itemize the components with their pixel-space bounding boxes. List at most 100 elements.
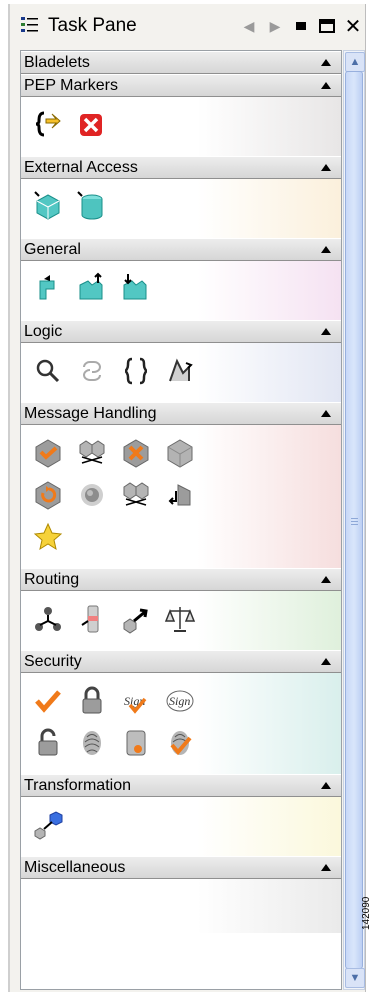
section-list: PEP Markers External Access General Logic Me… (21, 74, 341, 933)
collapse-caret-icon[interactable] (321, 246, 331, 253)
icon-row (21, 104, 341, 146)
close-icon[interactable]: ✕ (340, 14, 366, 38)
section-header-external[interactable]: External Access (21, 156, 341, 179)
section-body-logic (21, 343, 341, 402)
icon-row (21, 804, 341, 846)
database-access-icon[interactable] (70, 186, 114, 228)
section-header-transformation[interactable]: Transformation (21, 774, 341, 797)
section-body-transformation (21, 797, 341, 856)
icon-row (21, 186, 341, 228)
route-copy-icon[interactable] (114, 474, 158, 516)
bladelets-label: Bladelets (24, 53, 90, 71)
section-label: PEP Markers (24, 76, 118, 94)
collapse-caret-icon[interactable] (321, 658, 331, 665)
collapse-caret-icon[interactable] (321, 82, 331, 89)
general-transform-icon[interactable] (26, 268, 70, 310)
back-arrow-icon[interactable]: ◀ (236, 14, 262, 38)
section-header-misc[interactable]: Miscellaneous (21, 856, 341, 879)
vertical-scrollbar[interactable]: ▲ ▼ (343, 50, 365, 990)
icon-row (21, 516, 341, 558)
section-header-routing[interactable]: Routing (21, 568, 341, 591)
collapse-caret-icon[interactable] (321, 576, 331, 583)
lock-icon[interactable] (70, 680, 114, 722)
retry-message-icon[interactable] (26, 474, 70, 516)
maximize-icon[interactable] (314, 14, 340, 38)
collapse-caret-icon[interactable] (321, 410, 331, 417)
cube-icon[interactable] (158, 432, 202, 474)
route-filter-icon[interactable] (70, 598, 114, 640)
bladelets-header[interactable]: Bladelets (21, 51, 341, 74)
collapse-caret-icon[interactable] (321, 59, 331, 66)
bladelet-panel: Bladelets PEP Markers External Access Gene… (20, 50, 342, 990)
sign-icon[interactable]: Sign (158, 680, 202, 722)
section-label: Logic (24, 322, 63, 340)
section-body-misc (21, 879, 341, 933)
figure-id: 142090 (361, 896, 372, 930)
scroll-down-icon[interactable]: ▼ (345, 968, 365, 988)
section-body-external (21, 179, 341, 238)
task-list-icon (21, 17, 38, 32)
section-header-pep[interactable]: PEP Markers (21, 74, 341, 97)
fingerprint-icon[interactable] (70, 722, 114, 764)
pep-start-marker-icon[interactable] (26, 104, 70, 146)
return-message-icon[interactable] (158, 474, 202, 516)
section-body-pep (21, 97, 341, 156)
load-balance-icon[interactable] (158, 598, 202, 640)
collapse-caret-icon[interactable] (321, 328, 331, 335)
section-body-general (21, 261, 341, 320)
forward-arrow-icon[interactable]: ▶ (262, 14, 288, 38)
icon-row (21, 598, 341, 640)
verify-check-icon[interactable] (26, 680, 70, 722)
unlock-icon[interactable] (26, 722, 70, 764)
network-access-icon[interactable] (26, 186, 70, 228)
collapse-caret-icon[interactable] (321, 864, 331, 871)
section-body-routing (21, 591, 341, 650)
section-label: Security (24, 652, 82, 670)
general-output-icon[interactable] (70, 268, 114, 310)
section-header-message[interactable]: Message Handling (21, 402, 341, 425)
braces-icon[interactable] (114, 350, 158, 392)
general-input-icon[interactable] (114, 268, 158, 310)
scrollbar-thumb[interactable] (345, 71, 363, 969)
collapse-caret-icon[interactable] (321, 164, 331, 171)
minimize-icon[interactable] (288, 14, 314, 38)
route-split-icon[interactable] (26, 598, 70, 640)
svg-text:Sign: Sign (169, 694, 190, 708)
icon-row (21, 268, 341, 310)
section-body-security: Sign Sign (21, 673, 341, 774)
reject-message-icon[interactable] (114, 432, 158, 474)
section-header-general[interactable]: General (21, 238, 341, 261)
section-label: General (24, 240, 81, 258)
icon-row: Sign Sign (21, 680, 341, 722)
transform-icon[interactable] (26, 804, 70, 846)
loop-icon[interactable] (70, 350, 114, 392)
icon-row (21, 432, 341, 474)
sphere-icon[interactable] (70, 474, 114, 516)
section-label: Miscellaneous (24, 858, 126, 876)
pep-end-marker-icon[interactable] (70, 104, 114, 146)
validate-message-icon[interactable] (26, 432, 70, 474)
section-label: Message Handling (24, 404, 157, 422)
title-bar: Task Pane ◀ ▶ ✕ (10, 4, 366, 48)
section-body-message (21, 425, 341, 568)
pane-title: Task Pane (48, 15, 137, 36)
search-logic-icon[interactable] (26, 350, 70, 392)
icon-row (21, 722, 341, 764)
fingerprint-verify-icon[interactable] (158, 722, 202, 764)
sign-verify-icon[interactable]: Sign (114, 680, 158, 722)
favorite-star-icon[interactable] (26, 516, 70, 558)
section-header-logic[interactable]: Logic (21, 320, 341, 343)
section-label: Transformation (24, 776, 131, 794)
branch-icon[interactable] (158, 350, 202, 392)
scroll-up-icon[interactable]: ▲ (345, 52, 365, 72)
section-label: Routing (24, 570, 80, 588)
replicate-message-icon[interactable] (70, 432, 114, 474)
certificate-icon[interactable] (114, 722, 158, 764)
task-pane-window: Task Pane ◀ ▶ ✕ Bladelets PEP Markers Ext… (8, 4, 366, 992)
icon-row (21, 350, 341, 392)
route-forward-icon[interactable] (114, 598, 158, 640)
section-label: External Access (24, 158, 138, 176)
collapse-caret-icon[interactable] (321, 782, 331, 789)
icon-row (21, 474, 341, 516)
section-header-security[interactable]: Security (21, 650, 341, 673)
